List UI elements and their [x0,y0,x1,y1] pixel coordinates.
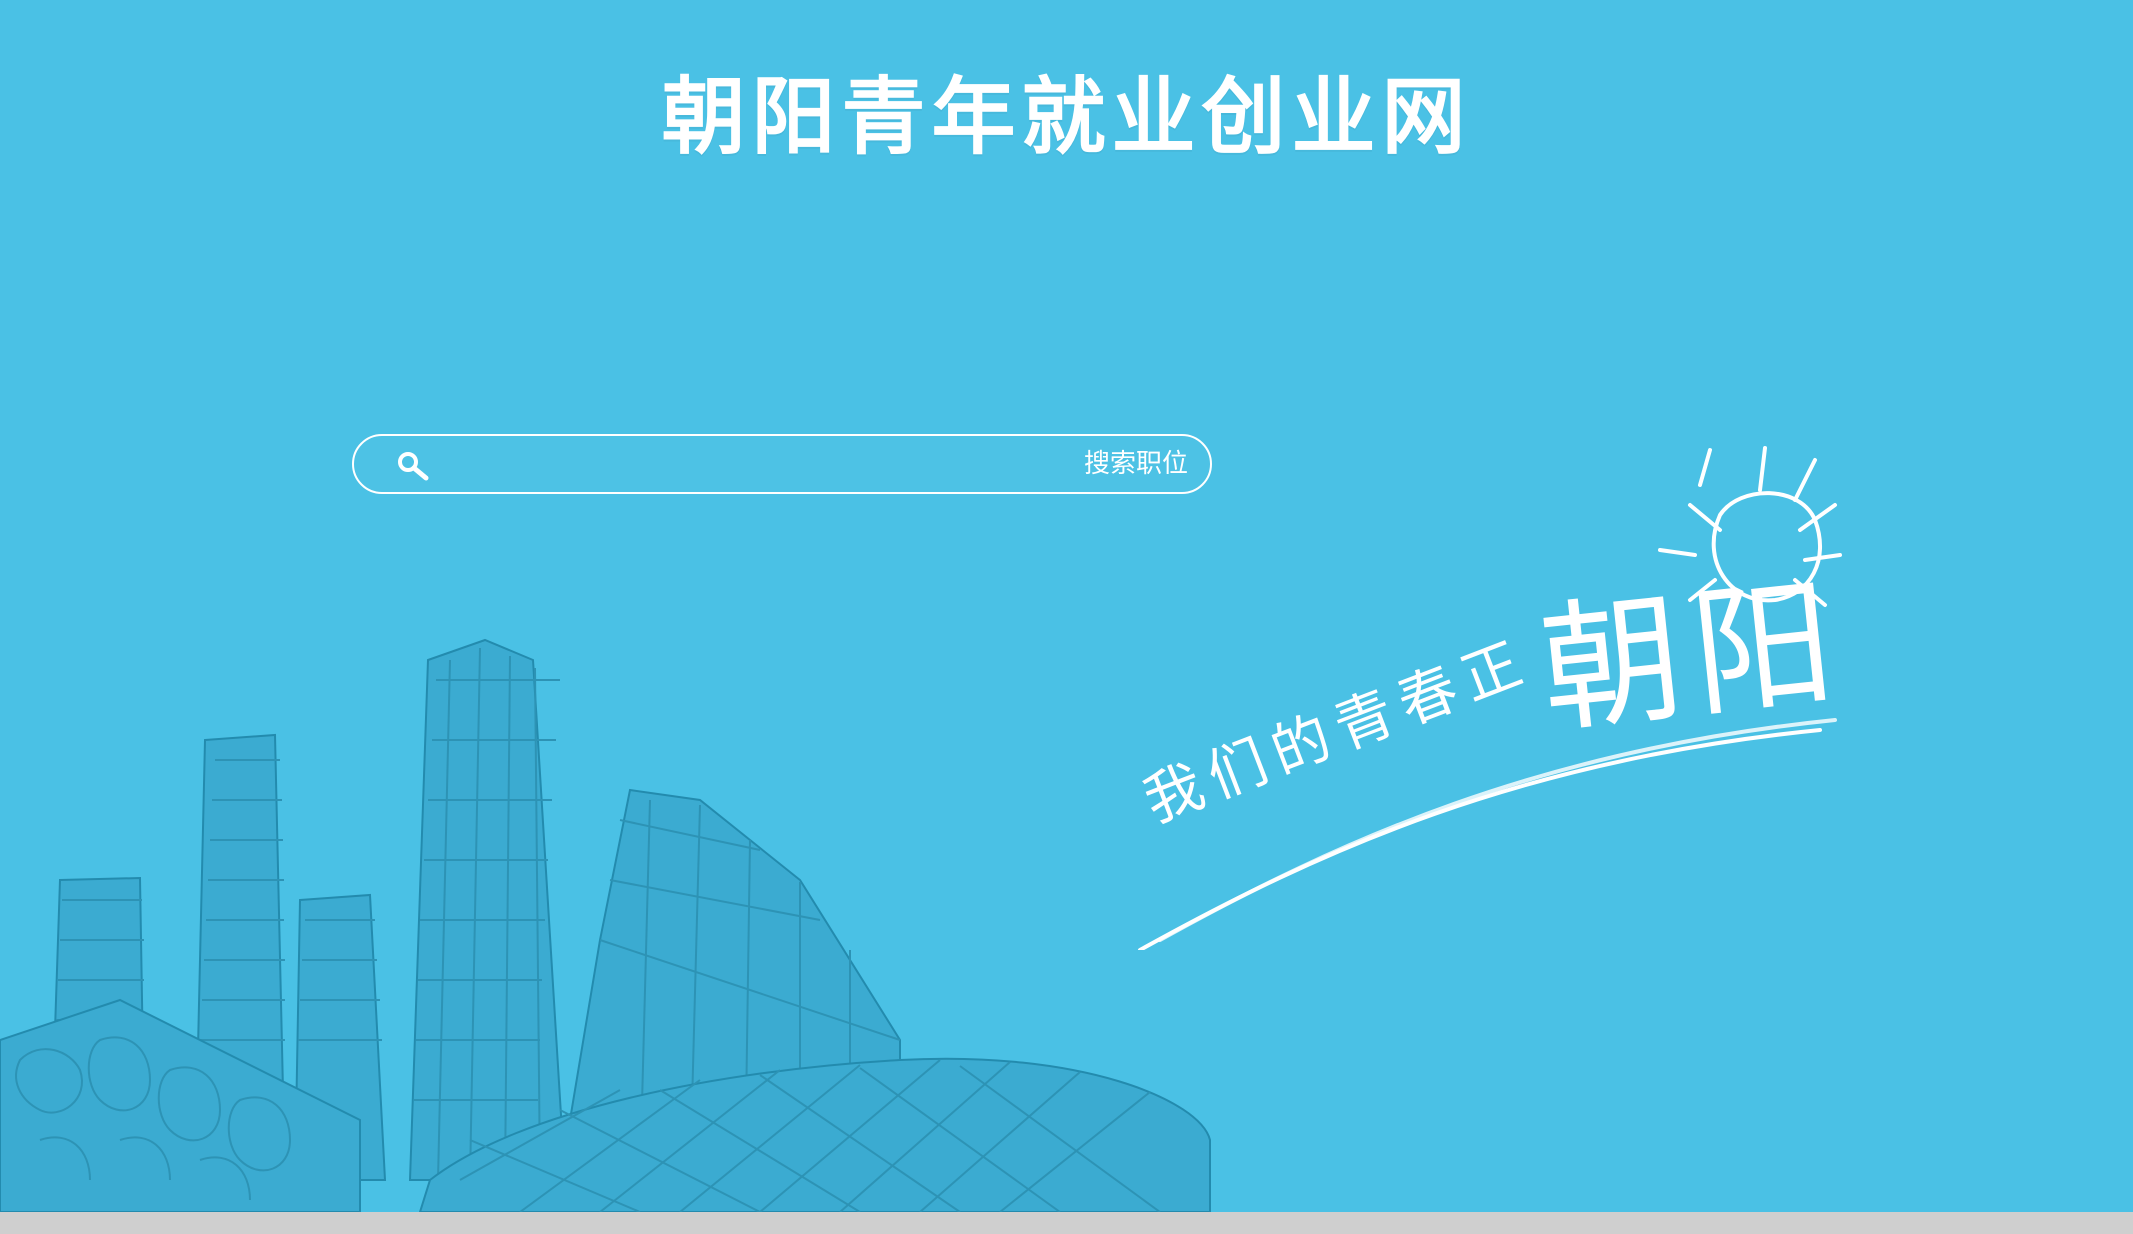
city-skyline-illustration [0,638,1211,1212]
landing-page: 朝阳青年就业创业网 搜索职位 我们的青春正 朝阳 [0,0,2133,1234]
search-input[interactable] [446,444,1010,486]
bottom-bar [0,1212,2133,1234]
search-icon[interactable] [394,450,434,482]
search-bar[interactable]: 搜索职位 [352,434,1212,494]
site-title: 朝阳青年就业创业网 [661,68,1472,166]
slogan-big-text: 朝阳 [1533,560,1853,754]
